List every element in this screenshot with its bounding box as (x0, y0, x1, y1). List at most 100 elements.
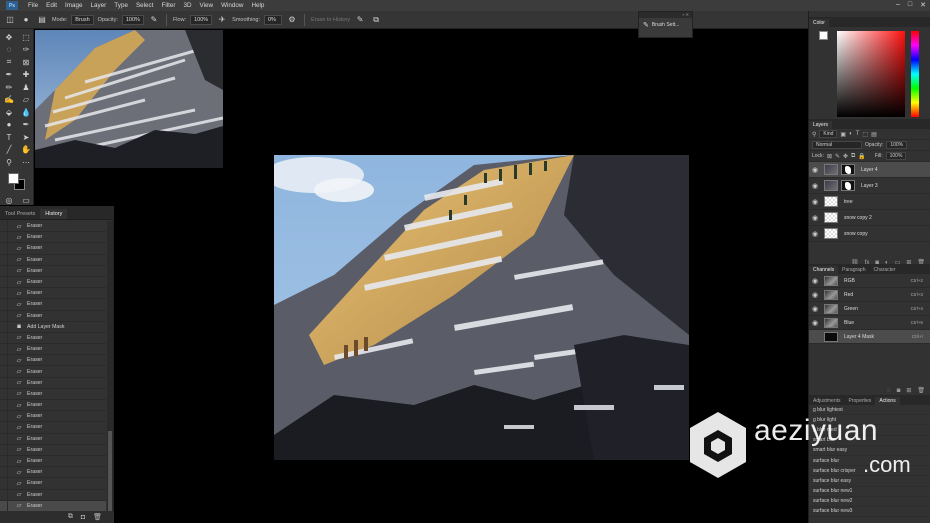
visibility-eye-icon[interactable]: ◉ (809, 319, 821, 327)
move-tool-icon[interactable]: ✥ (2, 31, 16, 44)
action-item[interactable]: smart blur easy (809, 446, 930, 456)
marquee-tool-icon[interactable]: ⬚ (19, 31, 33, 44)
history-brush-source-checkbox[interactable] (0, 400, 8, 411)
eraser-tool-icon[interactable]: ▱ (19, 94, 33, 107)
history-state[interactable]: ▱ Eraser (0, 243, 106, 255)
history-brush-source-checkbox[interactable] (0, 355, 8, 366)
mode-select[interactable]: Brush (71, 14, 94, 25)
history-state[interactable]: ▱ Eraser (0, 444, 106, 456)
visibility-eye-icon[interactable]: ◉ (809, 214, 821, 222)
camera-icon[interactable]: ◘ (81, 514, 85, 521)
pressure-size-icon[interactable]: ✎ (354, 14, 366, 26)
history-brush-source-checkbox[interactable] (0, 388, 8, 399)
history-brush-source-checkbox[interactable] (0, 232, 8, 243)
visibility-eye-icon[interactable]: ◉ (809, 305, 821, 313)
eraser-tool-icon[interactable]: ◫ (4, 14, 16, 26)
history-state[interactable]: ▱ Eraser (0, 254, 106, 266)
history-state[interactable]: ▱ Eraser (0, 478, 106, 490)
history-brush-source-checkbox[interactable] (0, 299, 8, 310)
color-swatches[interactable] (0, 171, 33, 193)
visibility-eye-icon[interactable]: ◉ (809, 230, 821, 238)
history-brush-source-checkbox[interactable] (0, 444, 8, 455)
history-brush-source-checkbox[interactable] (0, 332, 8, 344)
history-state[interactable]: ▱ Eraser (0, 467, 106, 479)
tab-paragraph[interactable]: Paragraph (838, 266, 869, 274)
erase-to-history-checkbox[interactable]: Erase to History (311, 17, 350, 23)
history-scrollbar[interactable] (107, 221, 113, 511)
tab-layers[interactable]: Layers (809, 121, 833, 129)
visibility-eye-icon[interactable]: ◉ (809, 198, 821, 206)
tab-history[interactable]: History (40, 209, 68, 219)
history-state[interactable]: ▱ Eraser (0, 332, 106, 345)
visibility-eye-icon[interactable]: ◉ (809, 291, 821, 299)
hue-slider[interactable] (911, 31, 919, 117)
blur-tool-icon[interactable]: 💧 (19, 106, 33, 119)
history-brush-source-checkbox[interactable] (0, 500, 8, 511)
load-selection-icon[interactable]: ◌ (887, 388, 891, 394)
visibility-eye-icon[interactable]: ◉ (809, 166, 821, 174)
menu-item[interactable]: Help (247, 2, 268, 9)
brush-settings-icon[interactable]: ✎ (643, 21, 649, 29)
history-brush-source-checkbox[interactable] (0, 455, 8, 467)
brush-tool-icon[interactable]: ✏ (2, 81, 16, 94)
history-brush-source-checkbox[interactable] (0, 254, 8, 265)
filter-smart-icon[interactable]: ▤ (871, 131, 877, 138)
action-item[interactable]: g blur lightest (809, 405, 930, 416)
layer-kind-select[interactable]: Kind (819, 130, 838, 138)
menu-item[interactable]: Select (132, 2, 158, 9)
history-brush-source-checkbox[interactable] (0, 310, 8, 321)
layer-mask-thumbnail[interactable] (841, 180, 855, 191)
brush-preset-icon[interactable]: ● (20, 14, 32, 26)
brush-panel-toggle-icon[interactable]: ▤ (36, 14, 48, 26)
lock-all-icon[interactable]: 🔒 (858, 153, 865, 160)
history-state[interactable]: ▱ Eraser (0, 310, 106, 322)
gear-icon[interactable]: ⚙ (286, 14, 298, 26)
flow-field[interactable]: 100% (190, 14, 213, 25)
filter-shape-icon[interactable]: ⬚ (862, 131, 868, 138)
history-state[interactable]: ▱ Eraser (0, 411, 106, 423)
filter-adjustment-icon[interactable]: ◐ (849, 131, 853, 137)
color-picker-field[interactable] (837, 31, 905, 117)
close-icon[interactable]: ✕ (920, 1, 926, 9)
lock-position-icon[interactable]: ✥ (843, 153, 848, 160)
dodge-tool-icon[interactable]: ● (2, 119, 16, 132)
line-tool-icon[interactable]: ╱ (2, 144, 16, 157)
channel-row[interactable]: ◉ Green Ctrl+4 (809, 302, 930, 316)
menu-item[interactable]: Type (110, 2, 132, 9)
trash-icon[interactable]: 🗑 (93, 513, 102, 521)
filter-type-icon[interactable]: T (856, 131, 860, 137)
history-state[interactable]: ▱ Eraser (0, 221, 106, 233)
menu-item[interactable]: View (196, 2, 218, 9)
lock-pixels-icon[interactable]: ✎ (835, 153, 840, 160)
pen-tool-icon[interactable]: ✒ (19, 119, 33, 132)
layer-opacity-field[interactable]: 100% (886, 141, 908, 149)
zoom-tool-icon[interactable]: ⚲ (2, 156, 16, 169)
history-brush-source-checkbox[interactable] (0, 288, 8, 299)
menu-item[interactable]: Filter (157, 2, 179, 9)
layer-thumbnail[interactable] (824, 164, 838, 175)
layer-thumbnail[interactable] (824, 196, 838, 207)
layer-row[interactable]: ◉ snow copy (809, 226, 930, 242)
paint-bucket-tool-icon[interactable]: ⬙ (2, 106, 16, 119)
history-state[interactable]: ▱ Eraser (0, 400, 106, 412)
path-select-tool-icon[interactable]: ➤ (19, 131, 33, 144)
maximize-icon[interactable]: □ (908, 1, 912, 9)
layer-name[interactable]: Layer 3 (861, 183, 878, 189)
action-item[interactable]: surface blur new1 (809, 487, 930, 497)
eyedropper-tool-icon[interactable]: ✒ (2, 69, 16, 82)
history-brush-source-checkbox[interactable] (0, 344, 8, 355)
layer-row[interactable]: ◉ Layer 3 (809, 178, 930, 194)
fill-field[interactable]: 100% (885, 152, 907, 160)
history-brush-source-checkbox[interactable] (0, 377, 8, 388)
channel-row[interactable]: ◉ Red Ctrl+3 (809, 288, 930, 302)
history-brush-source-checkbox[interactable] (0, 489, 8, 500)
layer-thumbnail[interactable] (824, 180, 838, 191)
history-brush-source-checkbox[interactable] (0, 265, 8, 276)
tab-properties[interactable]: Properties (845, 397, 876, 405)
history-state[interactable]: ▱ Eraser (0, 276, 106, 289)
foreground-color-swatch[interactable] (8, 172, 19, 184)
brush-settings-label[interactable]: Brush Sett... (652, 22, 680, 28)
history-state[interactable]: ▱ Eraser (0, 232, 106, 244)
lock-artboard-icon[interactable]: ⧉ (851, 153, 855, 160)
channel-row[interactable]: Layer 4 Mask Ctrl+\ (809, 330, 930, 344)
